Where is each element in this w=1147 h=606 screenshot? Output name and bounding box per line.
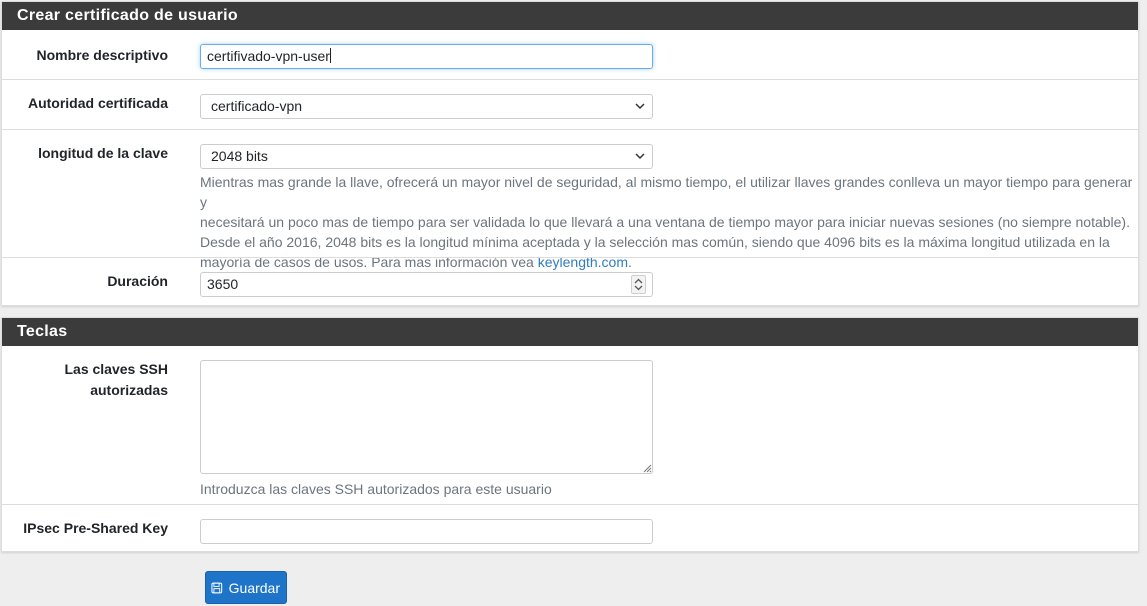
authority-selected-value: certificado-vpn	[211, 98, 303, 114]
ipsec-row: IPsec Pre-Shared Key	[2, 504, 1138, 552]
ipsec-input[interactable]	[200, 519, 653, 544]
create-user-certificate-panel: Crear certificado de usuario Nombre desc…	[1, 1, 1139, 306]
keys-panel: Teclas Las claves SSH autorizadas Introd…	[1, 317, 1139, 552]
help-line: Mientras mas grande la llave, ofrecerá u…	[200, 174, 1133, 210]
authority-select[interactable]: certificado-vpn	[200, 94, 653, 119]
ssh-keys-label-line: autorizadas	[90, 382, 168, 398]
ssh-keys-help: Introduzca las claves SSH autorizados pa…	[200, 481, 552, 497]
resize-grip-icon[interactable]	[642, 463, 652, 473]
chevron-down-icon	[635, 153, 645, 160]
ssh-keys-row: Las claves SSH autorizadas Introduzca la…	[2, 346, 1138, 504]
descriptive-name-row: Nombre descriptivo certifivado-vpn-user	[2, 30, 1138, 79]
key-length-select[interactable]: 2048 bits	[200, 144, 653, 169]
duration-row: Duración 3650	[2, 257, 1138, 305]
duration-input[interactable]: 3650	[200, 272, 653, 297]
ssh-keys-label-line: Las claves SSH	[64, 361, 168, 377]
descriptive-name-input[interactable]: certifivado-vpn-user	[200, 44, 653, 69]
text-cursor	[329, 48, 331, 63]
authority-row: Autoridad certificada certificado-vpn	[2, 79, 1138, 129]
duration-label: Duración	[107, 273, 168, 289]
number-spinner[interactable]	[631, 275, 646, 294]
panel-title: Crear certificado de usuario	[2, 2, 1138, 30]
help-line: necesitará un poco mas de tiempo para se…	[200, 214, 1130, 230]
ssh-keys-label: Las claves SSH autorizadas	[8, 359, 168, 401]
save-button[interactable]: Guardar	[205, 571, 287, 604]
key-length-label: longitud de la clave	[38, 145, 168, 161]
authority-label: Autoridad certificada	[27, 95, 168, 111]
ipsec-label: IPsec Pre-Shared Key	[23, 520, 168, 536]
key-length-row: longitud de la clave 2048 bits Mientras …	[2, 129, 1138, 270]
descriptive-name-value: certifivado-vpn-user	[207, 48, 330, 64]
ssh-keys-textarea[interactable]	[200, 360, 653, 474]
save-button-label: Guardar	[228, 579, 280, 596]
chevron-down-icon	[635, 103, 645, 110]
help-line: Desde el año 2016, 2048 bits es la longi…	[200, 234, 1110, 250]
ssh-keys-textarea-wrap	[200, 360, 653, 474]
panel-title: Teclas	[2, 318, 1138, 346]
spinner-arrows-icon	[634, 278, 643, 291]
key-length-selected-value: 2048 bits	[211, 148, 268, 164]
descriptive-name-label: Nombre descriptivo	[36, 47, 168, 63]
floppy-disk-icon	[211, 582, 223, 593]
duration-value: 3650	[207, 276, 239, 292]
